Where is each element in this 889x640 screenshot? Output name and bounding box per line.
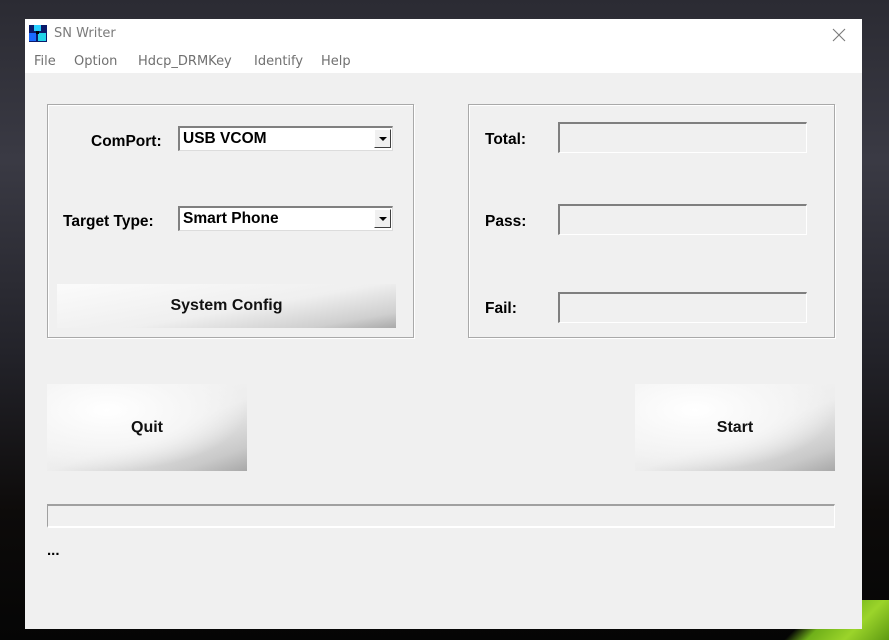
title-bar[interactable]: SN Writer [25,19,862,50]
window-title: SN Writer [54,26,116,41]
pass-label: Pass: [485,213,527,230]
system-config-button[interactable]: System Config [57,284,396,328]
menu-bar: File Option Hdcp_DRMKey Identify Help [25,50,862,73]
settings-group: ComPort: USB VCOM Target Type: Smart Pho… [47,104,414,338]
menu-hdcp-drmkey[interactable]: Hdcp_DRMKey [138,54,232,69]
close-icon [832,28,846,42]
quit-button[interactable]: Quit [47,384,247,471]
chevron-down-icon[interactable] [374,129,391,148]
menu-identify[interactable]: Identify [254,54,303,69]
pass-field [558,204,807,235]
total-label: Total: [485,131,527,148]
close-button[interactable] [816,19,862,50]
fail-label: Fail: [485,300,517,317]
status-text: ... [47,542,60,559]
fail-field [558,292,807,323]
menu-option[interactable]: Option [74,54,117,69]
comport-select[interactable]: USB VCOM [178,126,393,151]
chevron-down-icon[interactable] [374,209,391,228]
sn-writer-window: SN Writer File Option Hdcp_DRMKey Identi… [25,19,862,629]
target-type-label: Target Type: [63,213,154,230]
comport-value: USB VCOM [183,130,267,147]
counters-group: Total: Pass: Fail: [468,104,835,338]
progress-bar [47,504,835,528]
target-type-value: Smart Phone [183,210,279,227]
target-type-select[interactable]: Smart Phone [178,206,393,231]
menu-file[interactable]: File [34,54,56,69]
comport-label: ComPort: [91,133,162,150]
mtk-cubes-icon [29,25,47,42]
total-field [558,122,807,153]
start-button[interactable]: Start [635,384,835,471]
menu-help[interactable]: Help [321,54,351,69]
